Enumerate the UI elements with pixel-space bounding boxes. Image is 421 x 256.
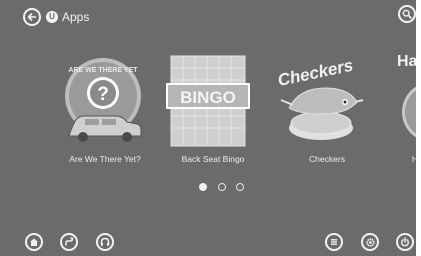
art-text: BINGO <box>180 88 236 107</box>
menu-icon <box>331 239 337 245</box>
art-text: Ha <box>397 53 418 70</box>
settings-icon <box>365 237 375 247</box>
page-dot-active[interactable] <box>199 183 207 191</box>
checkers-icon: Checkers <box>277 56 364 140</box>
page-dot[interactable] <box>236 183 244 191</box>
back-button[interactable] <box>23 8 41 26</box>
search-button[interactable] <box>398 5 416 23</box>
navigation-icon <box>65 237 74 246</box>
home-icon <box>30 238 38 246</box>
page-indicator <box>199 183 249 193</box>
user-badge: U <box>46 11 58 23</box>
power-button[interactable] <box>396 233 414 251</box>
search-icon <box>402 9 412 19</box>
apps-screen: U Apps ARE WE THERE YET ? Are We There Y… <box>0 0 421 256</box>
bingo-card-icon: BINGO <box>166 55 250 147</box>
app-tile-back-seat-bingo[interactable]: BINGO Back Seat Bingo <box>163 50 263 170</box>
page-dot[interactable] <box>218 183 226 191</box>
power-icon <box>401 237 409 247</box>
navigation-button[interactable] <box>60 233 78 251</box>
settings-button[interactable] <box>361 233 379 251</box>
menu-button[interactable] <box>325 233 343 251</box>
app-tile-checkers[interactable]: Checkers Checkers <box>277 50 377 170</box>
page-title: Apps <box>62 10 90 24</box>
svg-text:?: ? <box>97 84 109 105</box>
headphones-icon <box>100 237 110 246</box>
art-text: ARE WE THERE YET <box>68 67 138 74</box>
app-label: Are We There Yet? <box>69 154 141 164</box>
app-label: Back Seat Bingo <box>181 154 245 164</box>
media-button[interactable] <box>96 233 114 251</box>
app-tile-are-we-there-yet[interactable]: ARE WE THERE YET ? Are We There Yet? <box>55 50 155 170</box>
top-bar: U Apps <box>0 0 416 40</box>
back-arrow-icon <box>27 13 37 21</box>
home-button[interactable] <box>25 233 43 251</box>
are-we-there-yet-icon: ARE WE THERE YET ? <box>65 58 142 142</box>
screen-edge <box>416 0 421 256</box>
art-text: Checkers <box>277 56 355 91</box>
app-label: Checkers <box>309 154 345 164</box>
